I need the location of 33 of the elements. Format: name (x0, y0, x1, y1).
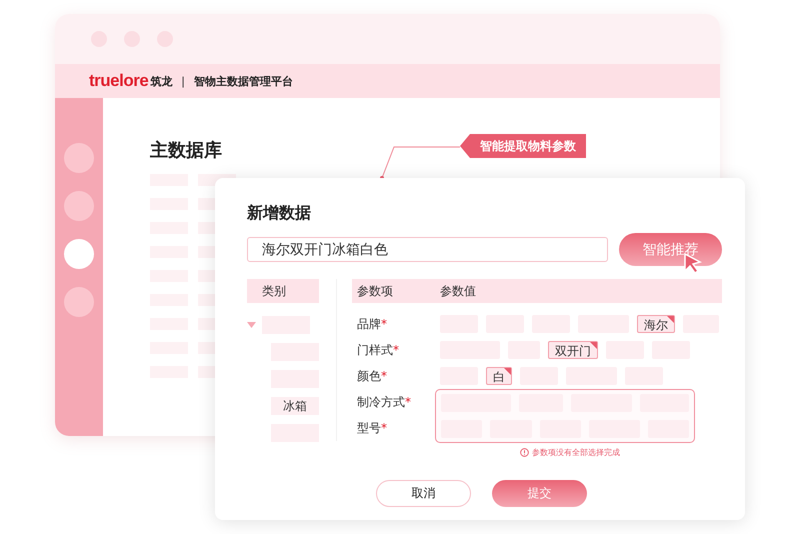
platform-name: 智物主数据管理平台 (194, 74, 294, 88)
option-tag[interactable]: 白 (486, 367, 512, 385)
page-title: 主数据库 (150, 139, 222, 162)
required-mark: * (381, 317, 387, 331)
error-message: 参数项没有全部选择完成 (532, 447, 620, 458)
required-mark: * (405, 395, 411, 409)
nav-item[interactable] (64, 239, 94, 269)
category-item[interactable]: 冰箱 (271, 396, 319, 414)
cancel-button[interactable]: 取消 (376, 480, 471, 507)
brand-name: 筑龙 (150, 74, 172, 88)
caret-icon[interactable] (247, 322, 256, 328)
nav-item[interactable] (64, 287, 94, 317)
callout-label: 智能提取物料参数 (460, 134, 586, 158)
required-mark: * (381, 421, 387, 435)
column-header: 参数项 (357, 282, 394, 300)
param-label: 品牌 (357, 317, 381, 331)
option-tag[interactable]: 双开门 (548, 341, 598, 359)
brand-logo: truelore (89, 71, 148, 91)
param-label: 型号 (357, 421, 381, 435)
nav-item[interactable] (64, 143, 94, 173)
column-header: 参数值 (440, 282, 476, 300)
required-mark: * (381, 369, 387, 383)
nav-item[interactable] (64, 191, 94, 221)
column-header: 类别 (247, 279, 319, 303)
warning-icon (520, 448, 529, 457)
param-label: 门样式 (357, 343, 393, 357)
separator: | (181, 74, 186, 88)
option-tag[interactable]: 海尔 (637, 315, 675, 333)
search-field[interactable]: 海尔双开门冰箱白色 (247, 237, 608, 262)
required-mark: * (393, 343, 399, 357)
param-label: 颜色 (357, 369, 381, 383)
dialog-title: 新增数据 (247, 203, 312, 224)
param-label: 制冷方式 (357, 395, 405, 409)
